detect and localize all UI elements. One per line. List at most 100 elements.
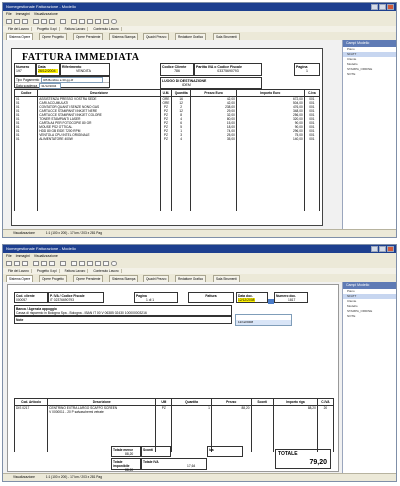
menu-file[interactable]: File bbox=[6, 12, 12, 16]
tab-opere-progetto[interactable]: Opere Progetto bbox=[39, 33, 67, 40]
close-button[interactable] bbox=[387, 246, 394, 252]
copy-icon[interactable] bbox=[41, 261, 47, 266]
file-tab-content[interactable]: Contenuto Lavoro bbox=[91, 27, 122, 31]
table-filler-row bbox=[13, 141, 321, 211]
doc-date-cell[interactable]: Data doc. 12/12/2008 bbox=[236, 292, 268, 303]
taxable-total-value: 88,20 bbox=[125, 467, 134, 472]
frame-tool-icon[interactable] bbox=[79, 19, 85, 24]
window-title: Nomegestionale Fatturazione - Modello bbox=[6, 246, 76, 251]
settings-icon[interactable] bbox=[111, 19, 117, 24]
invoice-date-value[interactable]: 26/12/2004 bbox=[38, 68, 58, 73]
col-header-line-amount: Importo riga bbox=[272, 398, 318, 406]
rect-tool-icon[interactable] bbox=[71, 261, 77, 266]
tab-quadri-prezzo[interactable]: Quadri Prezzo bbox=[143, 33, 170, 40]
vat-value: IT 02376690793 bbox=[50, 297, 74, 302]
new-icon[interactable] bbox=[6, 261, 12, 266]
doc-date-value[interactable]: 12/12/2008 bbox=[238, 297, 255, 302]
customer-code-value: 786 bbox=[174, 68, 180, 73]
customer-code-cell: Codice Cliente 786 bbox=[160, 63, 194, 76]
file-tab-work[interactable]: File del Lavoro bbox=[6, 27, 32, 31]
status-mode: Visualizzazione bbox=[13, 231, 35, 235]
notes-label: Note bbox=[16, 317, 24, 322]
tab-redattore-grafico[interactable]: Redattore Grafico bbox=[175, 33, 207, 40]
save-icon[interactable] bbox=[22, 19, 28, 24]
cut-icon[interactable] bbox=[33, 19, 39, 24]
new-icon[interactable] bbox=[6, 19, 12, 24]
field-item[interactable]: NOTE bbox=[343, 314, 396, 319]
grid-tool-icon[interactable] bbox=[87, 19, 93, 24]
invoice-number-cell: Numero 197 bbox=[14, 63, 36, 76]
tab-opere-prendente[interactable]: Opere Prendente bbox=[73, 275, 104, 282]
table-tool-icon[interactable] bbox=[95, 261, 101, 266]
minimize-button[interactable] bbox=[371, 4, 378, 10]
file-tab-project[interactable]: Progetto II.xpl bbox=[34, 269, 60, 273]
tab-opere-prendente[interactable]: Opere Prendente bbox=[73, 33, 104, 40]
image-tool-icon[interactable] bbox=[103, 19, 109, 24]
tab-quadri-prezzo[interactable]: Quadri Prezzo bbox=[143, 275, 170, 282]
notes-cell[interactable]: Note bbox=[14, 316, 232, 324]
tab-sistema-opere[interactable]: Sistema Opere bbox=[6, 275, 34, 282]
settings-icon[interactable] bbox=[111, 261, 117, 266]
dropdown-option[interactable]: 12/12/2008 bbox=[236, 320, 291, 325]
tab-sistema-stampa[interactable]: Sistema Stampa bbox=[109, 275, 139, 282]
close-button[interactable] bbox=[387, 4, 394, 10]
vat-value: 03375690793 bbox=[217, 68, 239, 73]
tab-redattore-grafico[interactable]: Redattore Grafico bbox=[175, 275, 207, 282]
open-icon[interactable] bbox=[14, 19, 20, 24]
document-canvas[interactable]: FATTURA IMMEDIATA Numero 197 Data 26/12/… bbox=[3, 40, 343, 230]
invoice-lines-table: Cod. Articolo Descrizione UM Quantita Pr… bbox=[13, 398, 335, 452]
file-tab-content[interactable]: Contenuto Lavoro bbox=[91, 269, 122, 273]
save-icon[interactable] bbox=[22, 261, 28, 266]
file-tab-invoice[interactable]: Fattura Lavoro bbox=[62, 27, 89, 31]
file-tab-invoice[interactable]: Fattura Lavoro bbox=[62, 269, 89, 273]
frame-tool-icon[interactable] bbox=[79, 261, 85, 266]
menu-file[interactable]: File bbox=[6, 254, 12, 258]
menu-view[interactable]: Visualizzazione bbox=[34, 12, 58, 16]
vat-rate-label: Iva bbox=[209, 447, 214, 452]
vat-cell: Partita IVA o Codice Fiscale 03375690793 bbox=[194, 63, 262, 76]
tab-opere-progetto[interactable]: Opere Progetto bbox=[39, 275, 67, 282]
document-canvas[interactable]: Cod. cliente 000057 P. IVA / Codice Fisc… bbox=[3, 282, 343, 474]
minimize-button[interactable] bbox=[371, 246, 378, 252]
reference-label: Riferimento bbox=[62, 64, 82, 69]
copy-icon[interactable] bbox=[41, 19, 47, 24]
tab-sala-strumenti[interactable]: Sala Strumenti bbox=[213, 275, 240, 282]
fields-panel: Campi Modello Piano NFATT Cliente Modell… bbox=[342, 282, 396, 474]
paste-icon[interactable] bbox=[49, 19, 55, 24]
tab-sistema-stampa[interactable]: Sistema Stampa bbox=[109, 33, 139, 40]
window-title: Nomegestionale Fatturazione - Modello bbox=[6, 4, 76, 9]
cut-icon[interactable] bbox=[33, 261, 39, 266]
cell-code: DIS 0217 bbox=[13, 405, 49, 414]
due-date-label: Data scadenza bbox=[16, 84, 38, 88]
maximize-button[interactable] bbox=[379, 4, 386, 10]
fields-panel: Campi Modello Piano NFATT Cliente Modell… bbox=[342, 40, 396, 230]
file-tab-project[interactable]: Progetto II.xpl bbox=[34, 27, 60, 31]
cell-unit: PZ bbox=[155, 405, 173, 414]
tab-sistema-opere[interactable]: Sistema Opere bbox=[6, 33, 34, 40]
menu-images[interactable]: Immagini bbox=[16, 12, 30, 16]
taxable-total-cell: Totale imponibile 88,20 bbox=[111, 458, 141, 472]
grid-tool-icon[interactable] bbox=[87, 261, 93, 266]
maximize-button[interactable] bbox=[379, 246, 386, 252]
zoom-icon[interactable] bbox=[60, 261, 66, 266]
col-header-unit: UM bbox=[155, 398, 173, 406]
table-tool-icon[interactable] bbox=[95, 19, 101, 24]
file-tab-work[interactable]: File del Lavoro bbox=[6, 269, 32, 273]
image-tool-icon[interactable] bbox=[103, 261, 109, 266]
table-row[interactable]: DIS 0217 CENTRINO EXTRA LARGO SCAFFO SCR… bbox=[13, 405, 335, 414]
col-header-vat-code: C.IVA bbox=[316, 398, 335, 406]
cell-discount bbox=[250, 405, 274, 414]
date-dropdown[interactable]: 12/12/2008 bbox=[235, 314, 292, 326]
open-icon[interactable] bbox=[14, 261, 20, 266]
rect-tool-icon[interactable] bbox=[71, 19, 77, 24]
paste-icon[interactable] bbox=[49, 261, 55, 266]
menu-view[interactable]: Visualizzazione bbox=[34, 254, 58, 258]
menu-images[interactable]: Immagini bbox=[16, 254, 30, 258]
zoom-icon[interactable] bbox=[60, 19, 66, 24]
table-filler-row bbox=[13, 414, 335, 452]
status-bar: Visualizzazione 1:1 (100 x 200) - 17 km … bbox=[3, 473, 396, 481]
field-item[interactable]: NOTE bbox=[343, 72, 396, 77]
invoice-date-cell[interactable]: Data 26/12/2004 bbox=[36, 63, 60, 76]
col-header-price: Prezzo Euro bbox=[190, 89, 237, 97]
tab-sala-strumenti[interactable]: Sala Strumenti bbox=[213, 33, 240, 40]
